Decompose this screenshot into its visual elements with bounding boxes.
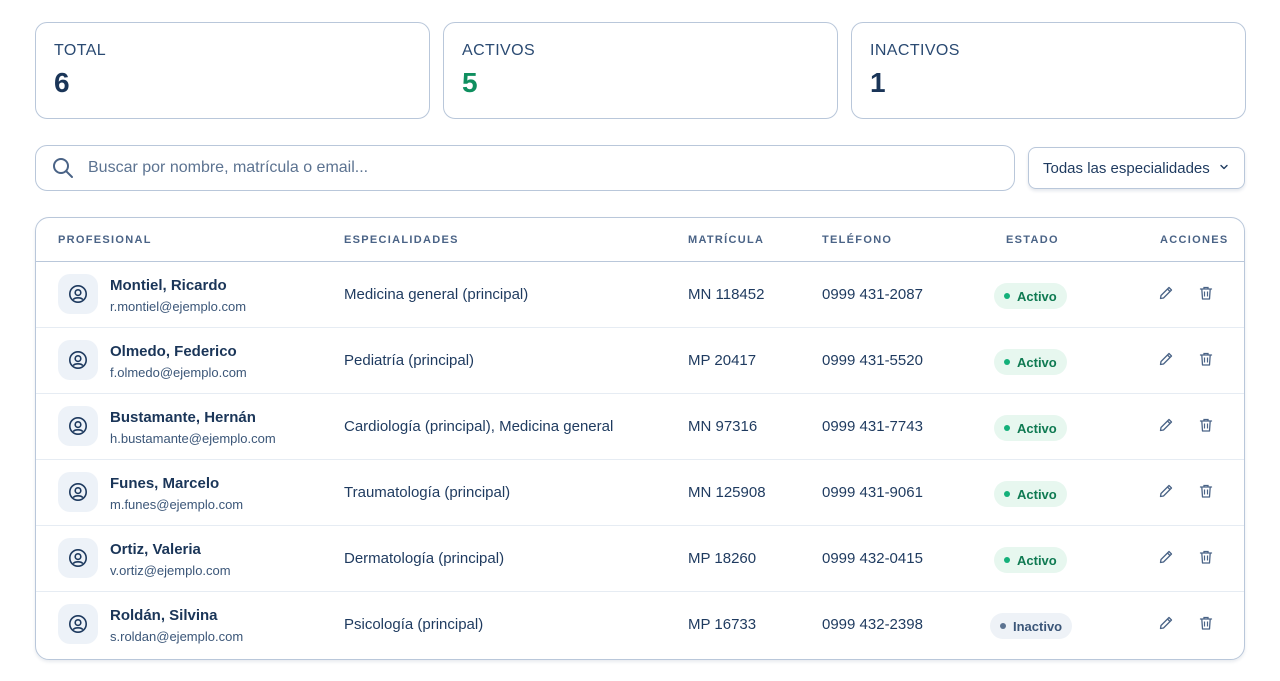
status-badge: Activo	[994, 481, 1067, 507]
pencil-icon[interactable]	[1158, 549, 1174, 565]
professionals-table: PROFESIONAL ESPECIALIDADES MATRÍCULA TEL…	[35, 217, 1245, 660]
search-input[interactable]	[88, 159, 1014, 177]
specialties-cell: Traumatología (principal)	[344, 484, 511, 501]
status-label: Activo	[1017, 354, 1057, 370]
specialties-cell: Pediatría (principal)	[344, 352, 475, 369]
table-row: Olmedo, Federico f.olmedo@ejemplo.com Pe…	[36, 328, 1244, 394]
search-icon	[52, 157, 74, 179]
phone-cell: 0999 432-2398	[822, 616, 923, 633]
license-cell: MN 97316	[688, 418, 758, 435]
trash-icon[interactable]	[1198, 417, 1214, 433]
pencil-icon[interactable]	[1158, 615, 1174, 631]
trash-icon[interactable]	[1198, 285, 1214, 301]
table-row: Roldán, Silvina s.roldan@ejemplo.com Psi…	[36, 592, 1244, 658]
professional-name: Roldán, Silvina	[110, 607, 218, 624]
status-dot	[1004, 491, 1010, 497]
pencil-icon[interactable]	[1158, 417, 1174, 433]
specialty-filter-value: Todas las especialidades	[1043, 159, 1210, 177]
status-label: Inactivo	[1013, 618, 1063, 634]
status-badge: Inactivo	[990, 613, 1073, 639]
professional-email: r.montiel@ejemplo.com	[110, 299, 247, 314]
phone-cell: 0999 431-5520	[822, 352, 923, 369]
stat-value-total: 6	[54, 67, 70, 98]
user-circle-icon	[58, 406, 98, 446]
professional-email: f.olmedo@ejemplo.com	[110, 365, 247, 380]
table-header: PROFESIONAL ESPECIALIDADES MATRÍCULA TEL…	[36, 218, 1244, 262]
header-matricula: MATRÍCULA	[688, 234, 765, 246]
stats-row: TOTAL 6 ACTIVOS 5 INACTIVOS 1	[35, 22, 1246, 119]
table-row: Montiel, Ricardo r.montiel@ejemplo.com M…	[36, 262, 1244, 328]
phone-cell: 0999 432-0415	[822, 550, 923, 567]
header-acciones: ACCIONES	[1160, 234, 1229, 246]
professional-email: v.ortiz@ejemplo.com	[110, 563, 231, 578]
specialties-cell: Psicología (principal)	[344, 616, 484, 633]
status-dot	[1004, 557, 1010, 563]
table-row: Bustamante, Hernán h.bustamante@ejemplo.…	[36, 394, 1244, 460]
stat-value-active: 5	[462, 67, 478, 98]
status-badge: Activo	[994, 283, 1067, 309]
stat-value-inactive: 1	[870, 67, 886, 98]
trash-icon[interactable]	[1198, 483, 1214, 499]
status-dot	[1000, 623, 1006, 629]
status-dot	[1004, 293, 1010, 299]
search-box[interactable]	[35, 145, 1015, 191]
table-row: Funes, Marcelo m.funes@ejemplo.com Traum…	[36, 460, 1244, 526]
specialties-cell: Dermatología (principal)	[344, 550, 505, 567]
stat-label-total: TOTAL	[54, 42, 107, 59]
professional-name: Olmedo, Federico	[110, 343, 237, 360]
professional-email: h.bustamante@ejemplo.com	[110, 431, 276, 446]
user-circle-icon	[58, 274, 98, 314]
pencil-icon[interactable]	[1158, 483, 1174, 499]
license-cell: MP 18260	[688, 550, 757, 567]
status-dot	[1004, 359, 1010, 365]
stat-label-inactive: INACTIVOS	[870, 42, 960, 59]
pencil-icon[interactable]	[1158, 351, 1174, 367]
stat-label-active: ACTIVOS	[462, 42, 536, 59]
status-label: Activo	[1017, 420, 1057, 436]
header-especialidades: ESPECIALIDADES	[344, 234, 459, 246]
professional-name: Montiel, Ricardo	[110, 277, 227, 294]
trash-icon[interactable]	[1198, 351, 1214, 367]
status-label: Activo	[1017, 288, 1057, 304]
user-circle-icon	[58, 538, 98, 578]
user-circle-icon	[58, 604, 98, 644]
license-cell: MP 16733	[688, 616, 757, 633]
specialty-filter-select[interactable]: Todas las especialidades	[1028, 147, 1245, 189]
header-profesional: PROFESIONAL	[58, 234, 152, 246]
status-label: Activo	[1017, 486, 1057, 502]
status-badge: Activo	[994, 349, 1067, 375]
status-badge: Activo	[994, 415, 1067, 441]
phone-cell: 0999 431-2087	[822, 286, 923, 303]
professional-name: Funes, Marcelo	[110, 475, 220, 492]
status-dot	[1004, 425, 1010, 431]
user-circle-icon	[58, 340, 98, 380]
professional-name: Ortiz, Valeria	[110, 541, 201, 558]
stat-card-total: TOTAL 6	[35, 22, 430, 119]
professional-name: Bustamante, Hernán	[110, 409, 256, 426]
header-estado: ESTADO	[1006, 234, 1059, 246]
stat-card-active: ACTIVOS 5	[443, 22, 838, 119]
phone-cell: 0999 431-7743	[822, 418, 923, 435]
license-cell: MN 118452	[688, 286, 765, 303]
phone-cell: 0999 431-9061	[822, 484, 923, 501]
specialties-cell: Medicina general (principal)	[344, 286, 529, 303]
professional-email: m.funes@ejemplo.com	[110, 497, 244, 512]
stat-card-inactive: INACTIVOS 1	[851, 22, 1246, 119]
professionals-page: TOTAL 6 ACTIVOS 5 INACTIVOS 1 Todas las …	[0, 0, 1280, 681]
specialties-cell: Cardiología (principal), Medicina genera…	[344, 418, 614, 435]
trash-icon[interactable]	[1198, 615, 1214, 631]
professional-email: s.roldan@ejemplo.com	[110, 629, 244, 644]
license-cell: MN 125908	[688, 484, 766, 501]
status-badge: Activo	[994, 547, 1067, 573]
pencil-icon[interactable]	[1158, 285, 1174, 301]
license-cell: MP 20417	[688, 352, 757, 369]
table-body: Montiel, Ricardo r.montiel@ejemplo.com M…	[36, 262, 1244, 658]
trash-icon[interactable]	[1198, 549, 1214, 565]
user-circle-icon	[58, 472, 98, 512]
header-telefono: TELÉFONO	[822, 234, 893, 246]
status-label: Activo	[1017, 552, 1057, 568]
chevron-down-icon	[1218, 161, 1230, 173]
table-row: Ortiz, Valeria v.ortiz@ejemplo.com Derma…	[36, 526, 1244, 592]
